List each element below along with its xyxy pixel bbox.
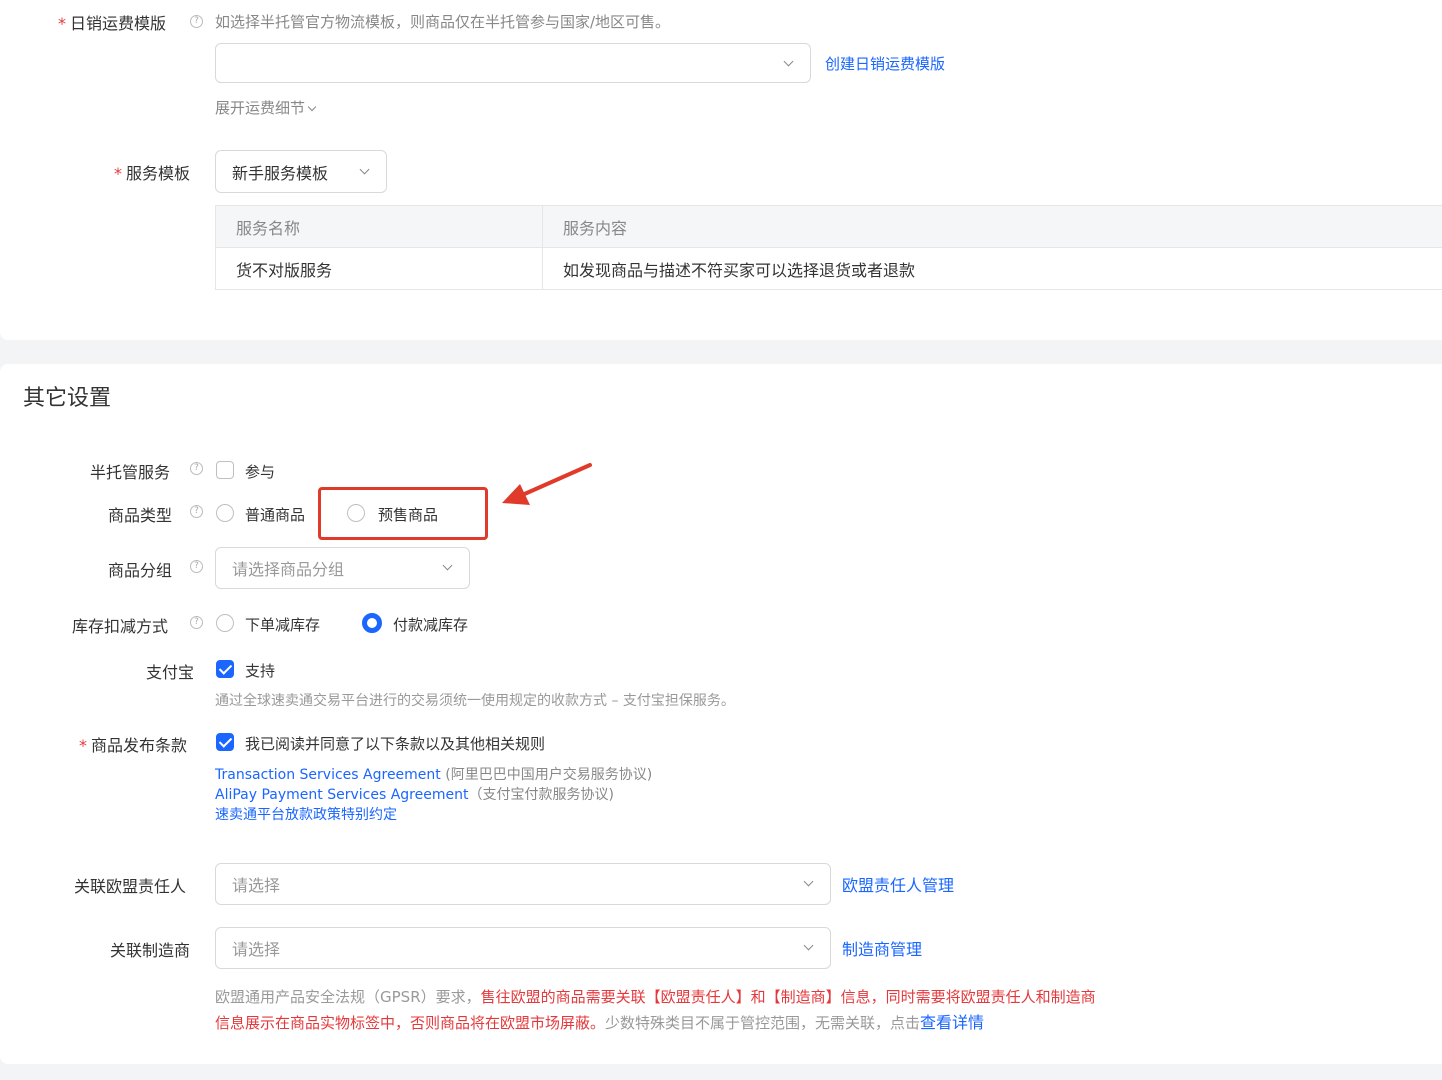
transaction-agreement-suffix: (阿里巴巴中国用户交易服务协议) — [440, 767, 653, 783]
create-shipping-template-link[interactable]: 创建日销运费模版 — [825, 53, 945, 74]
payout-policy-link[interactable]: 速卖通平台放款政策特别约定 — [215, 804, 397, 824]
stock-deduction-label: 库存扣减方式 — [72, 617, 169, 636]
gpsr-note: 欧盟通用产品安全法规（GPSR）要求，售往欧盟的商品需要关联【欧盟责任人】和【制… — [215, 984, 1096, 1036]
help-icon[interactable]: ? — [190, 560, 203, 573]
semi-managed-label: 半托管服务 — [90, 463, 171, 482]
alipay-label: 支付宝 — [146, 663, 195, 682]
terms-label: * 商品发布条款 — [79, 736, 188, 755]
service-template-select[interactable]: 新手服务模板 — [215, 150, 387, 193]
chevron-down-icon — [803, 940, 814, 951]
table-header: 服务内容 — [542, 205, 1442, 248]
expand-shipping-details[interactable]: 展开运费细节 — [215, 97, 317, 118]
annotation-highlight-box — [318, 487, 488, 540]
alipay-checkbox[interactable] — [216, 660, 234, 678]
stock-payment-option[interactable]: 付款减库存 — [393, 614, 468, 635]
chevron-down-icon — [442, 560, 453, 571]
product-group-select[interactable]: 请选择商品分组 — [215, 547, 470, 589]
alipay-agreement-link[interactable]: AliPay Payment Services Agreement — [215, 787, 468, 803]
table-cell: 货不对版服务 — [215, 247, 543, 290]
gpsr-gray-text: 少数特殊类目不属于管控范围，无需关联，点击 — [605, 1014, 921, 1032]
gpsr-note-line2: 信息展示在商品实物标签中，否则商品将在欧盟市场屏蔽。少数特殊类目不属于管控范围，… — [215, 1010, 1096, 1036]
product-group-placeholder: 请选择商品分组 — [232, 560, 345, 579]
alipay-agreement-suffix: （支付宝付款服务协议) — [468, 787, 614, 803]
terms-checkbox[interactable] — [216, 733, 234, 751]
chevron-down-icon — [783, 56, 794, 67]
table-header-row: 服务名称 服务内容 — [215, 205, 1442, 248]
eu-rep-placeholder: 请选择 — [232, 876, 281, 895]
gpsr-gray-text: 欧盟通用产品安全法规（GPSR）要求， — [215, 988, 481, 1006]
eu-rep-manage-link[interactable]: 欧盟责任人管理 — [842, 872, 954, 896]
terms-link-transaction: Transaction Services Agreement (阿里巴巴中国用户… — [215, 764, 652, 784]
alipay-option[interactable]: 支持 — [245, 660, 275, 681]
product-group-label: 商品分组 — [108, 561, 173, 580]
manufacturer-manage-link[interactable]: 制造商管理 — [842, 936, 922, 960]
product-type-label: 商品类型 — [108, 506, 173, 525]
chevron-down-icon — [803, 876, 814, 887]
help-icon[interactable]: ? — [190, 15, 203, 28]
annotation-arrow-icon — [502, 463, 592, 505]
section-title: 其它设置 — [23, 386, 112, 411]
semi-managed-option[interactable]: 参与 — [245, 461, 275, 482]
eu-rep-select[interactable]: 请选择 — [215, 863, 831, 905]
stock-order-option[interactable]: 下单减库存 — [245, 614, 320, 635]
manufacturer-label: 关联制造商 — [110, 941, 191, 960]
table-cell: 如发现商品与描述不符买家可以选择退货或者退款 — [542, 247, 1442, 290]
semi-managed-checkbox[interactable] — [216, 461, 234, 479]
gpsr-note-line1: 欧盟通用产品安全法规（GPSR）要求，售往欧盟的商品需要关联【欧盟责任人】和【制… — [215, 984, 1096, 1010]
stock-payment-radio[interactable] — [362, 613, 382, 633]
chevron-down-icon — [307, 102, 317, 112]
chevron-down-icon — [359, 164, 370, 175]
gpsr-red-text: 信息展示在商品实物标签中，否则商品将在欧盟市场屏蔽。 — [215, 1014, 606, 1032]
table-header: 服务名称 — [215, 205, 543, 248]
alipay-note: 通过全球速卖通交易平台进行的交易须统一使用规定的收款方式 – 支付宝担保服务。 — [215, 693, 735, 709]
help-icon[interactable]: ? — [190, 616, 203, 629]
terms-option[interactable]: 我已阅读并同意了以下条款以及其他相关规则 — [245, 733, 545, 754]
service-template-label: * 服务模板 — [114, 164, 191, 183]
table-row: 货不对版服务 如发现商品与描述不符买家可以选择退货或者退款 — [215, 247, 1442, 290]
manufacturer-placeholder: 请选择 — [232, 940, 281, 959]
product-type-normal-radio[interactable] — [216, 504, 234, 522]
eu-rep-label: 关联欧盟责任人 — [74, 877, 187, 896]
service-template-value: 新手服务模板 — [232, 163, 329, 183]
view-details-link[interactable]: 查看详情 — [920, 1013, 984, 1032]
manufacturer-select[interactable]: 请选择 — [215, 927, 831, 969]
help-icon[interactable]: ? — [190, 505, 203, 518]
shipping-template-select[interactable] — [215, 43, 811, 83]
product-type-normal-option[interactable]: 普通商品 — [245, 504, 305, 525]
shipping-template-hint: 如选择半托管官方物流模板，则商品仅在半托管参与国家/地区可售。 — [215, 13, 671, 31]
gpsr-red-text: 售往欧盟的商品需要关联【欧盟责任人】和【制造商】信息，同时需要将欧盟责任人和制造… — [480, 988, 1096, 1006]
help-icon[interactable]: ? — [190, 462, 203, 475]
transaction-agreement-link[interactable]: Transaction Services Agreement — [215, 767, 441, 783]
shipping-template-label: * 日销运费模版 — [58, 14, 167, 33]
shipping-service-card: * 日销运费模版 ? 如选择半托管官方物流模板，则商品仅在半托管参与国家/地区可售… — [0, 0, 1442, 340]
terms-link-alipay: AliPay Payment Services Agreement（支付宝付款服… — [215, 784, 614, 804]
stock-order-radio[interactable] — [216, 614, 234, 632]
service-table: 服务名称 服务内容 货不对版服务 如发现商品与描述不符买家可以选择退货或者退款 — [215, 205, 1442, 290]
